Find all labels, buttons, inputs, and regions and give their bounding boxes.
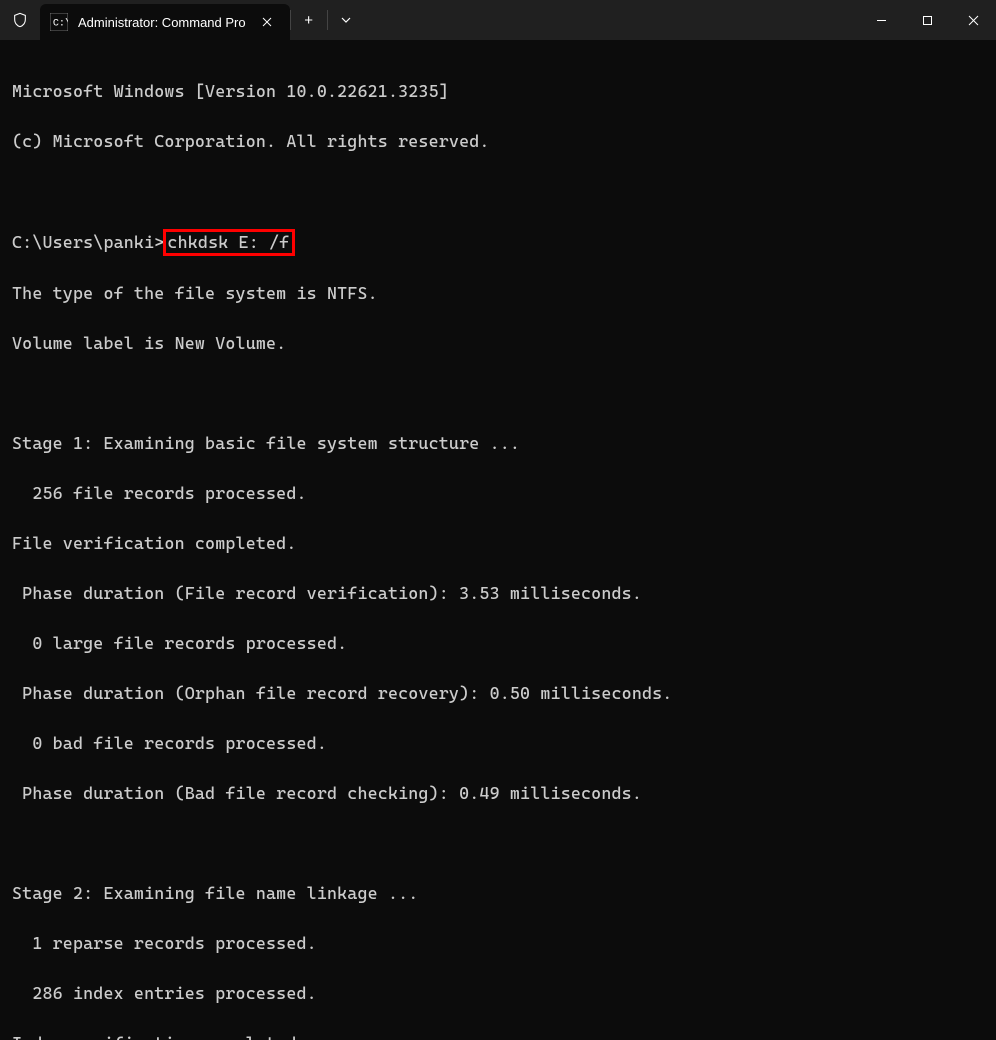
blank-line	[12, 831, 984, 856]
output-line: 286 index entries processed.	[12, 981, 984, 1006]
prompt-text: C:\Users\panki>	[12, 232, 164, 252]
output-line: Stage 1: Examining basic file system str…	[12, 431, 984, 456]
new-tab-button[interactable]: +	[291, 0, 327, 40]
tab-title: Administrator: Command Pro	[78, 15, 246, 30]
output-line: 256 file records processed.	[12, 481, 984, 506]
prompt-line: C:\Users\panki>chkdsk E: /f	[12, 229, 984, 256]
output-line: Phase duration (Bad file record checking…	[12, 781, 984, 806]
title-bar-drag-area[interactable]	[364, 0, 858, 40]
output-line: Stage 2: Examining file name linkage ...	[12, 881, 984, 906]
highlighted-command: chkdsk E: /f	[163, 229, 295, 256]
tab-close-button[interactable]	[256, 11, 278, 33]
tab-dropdown-button[interactable]	[328, 0, 364, 40]
output-line: Index verification completed.	[12, 1031, 984, 1040]
output-line: 0 large file records processed.	[12, 631, 984, 656]
minimize-button[interactable]	[858, 0, 904, 40]
maximize-button[interactable]	[904, 0, 950, 40]
output-line: 1 reparse records processed.	[12, 931, 984, 956]
output-line: Volume label is New Volume.	[12, 331, 984, 356]
terminal-output[interactable]: Microsoft Windows [Version 10.0.22621.32…	[0, 40, 996, 1040]
svg-text:C:\: C:\	[53, 17, 68, 29]
output-line: 0 bad file records processed.	[12, 731, 984, 756]
title-bar: C:\ Administrator: Command Pro +	[0, 0, 996, 40]
cmd-icon: C:\	[50, 13, 68, 31]
app-shield-icon	[0, 0, 40, 40]
output-line: (c) Microsoft Corporation. All rights re…	[12, 129, 984, 154]
blank-line	[12, 381, 984, 406]
output-line: Microsoft Windows [Version 10.0.22621.32…	[12, 79, 984, 104]
output-line: The type of the file system is NTFS.	[12, 281, 984, 306]
output-line: Phase duration (Orphan file record recov…	[12, 681, 984, 706]
close-window-button[interactable]	[950, 0, 996, 40]
blank-line	[12, 179, 984, 204]
tab-actions: +	[290, 0, 364, 40]
active-tab[interactable]: C:\ Administrator: Command Pro	[40, 4, 290, 40]
window-controls	[858, 0, 996, 40]
output-line: Phase duration (File record verification…	[12, 581, 984, 606]
output-line: File verification completed.	[12, 531, 984, 556]
